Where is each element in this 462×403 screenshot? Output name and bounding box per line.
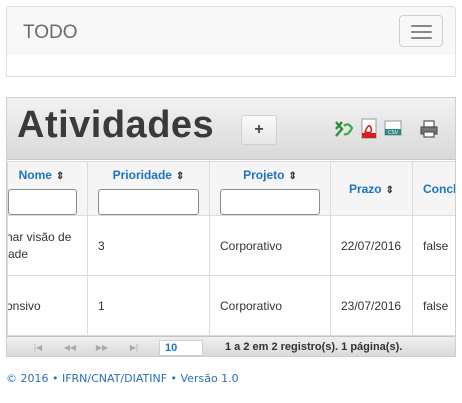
pagination-bar: |◀ ◀◀ ▶▶ ▶| 10 1 a 2 em 2 registro(s). 1… [7, 336, 455, 356]
filter-input-nome[interactable] [8, 189, 77, 215]
column-header-nome[interactable]: Nome ⇕ [7, 161, 88, 216]
cell-prioridade: 3 [87, 215, 210, 276]
cell-nome: onsivo [7, 275, 88, 336]
rows-per-page-select[interactable]: 10 [159, 340, 203, 356]
cell-prioridade: 1 [87, 275, 210, 336]
cell-projeto: Corporativo [209, 215, 331, 276]
navbar: TODO [6, 6, 456, 56]
brand-title[interactable]: TODO [23, 22, 78, 44]
cell-prazo: 22/07/2016 [330, 215, 413, 276]
table-row[interactable]: onsivo 1 Corporativo 23/07/2016 false [7, 275, 455, 336]
add-activity-button[interactable]: + [241, 115, 277, 145]
excel-icon[interactable] [334, 118, 354, 140]
first-page-icon[interactable]: |◀ [27, 341, 49, 355]
hamburger-line [411, 31, 432, 33]
table-row[interactable]: nar visão de ade 3 Corporativo 22/07/201… [7, 215, 455, 276]
sort-icon[interactable]: ⇕ [386, 185, 394, 196]
footer-text: © 2016 • IFRN/CNAT/DIATINF • Versão 1.0 [6, 372, 239, 385]
sort-icon[interactable]: ⇕ [288, 171, 296, 182]
last-page-icon[interactable]: ▶| [123, 341, 145, 355]
filter-input-prioridade[interactable] [98, 189, 199, 215]
printer-icon[interactable] [419, 118, 439, 140]
panel-header: Atividades + CSV [7, 98, 455, 160]
table-header-row: Nome⇕ Prioridade⇕ Projeto⇕ Prazo⇕ Conclu [7, 161, 455, 216]
hamburger-line [411, 37, 432, 39]
cell-projeto: Corporativo [209, 275, 331, 336]
cell-prazo: 23/07/2016 [330, 275, 413, 336]
cell-concluido: false [412, 215, 455, 276]
next-page-icon[interactable]: ▶▶ [91, 341, 113, 355]
svg-text:CSV: CSV [388, 130, 399, 136]
sort-icon[interactable]: ⇕ [176, 171, 184, 182]
sort-icon[interactable]: ⇕ [56, 171, 64, 182]
column-header-concluido[interactable]: Conclu [412, 161, 455, 216]
previous-page-icon[interactable]: ◀◀ [59, 341, 81, 355]
csv-icon[interactable]: CSV [383, 118, 403, 140]
menu-toggle-button[interactable] [399, 15, 443, 47]
filter-input-projeto[interactable] [220, 189, 320, 215]
column-header-projeto[interactable]: Projeto ⇕ [209, 161, 331, 216]
activities-panel: Atividades + CSV Nome ⇕ Prioridade ⇕ Pro… [6, 97, 456, 357]
page-title: Atividades [17, 104, 215, 146]
pagination-info: 1 a 2 em 2 registro(s). 1 página(s). [225, 341, 403, 353]
column-header-prioridade[interactable]: Prioridade ⇕ [87, 161, 210, 216]
pdf-icon[interactable] [359, 118, 379, 140]
navbar-subbar [6, 55, 456, 77]
activities-table: Nome⇕ Prioridade⇕ Projeto⇕ Prazo⇕ Conclu [7, 161, 455, 336]
cell-nome: nar visão de ade [7, 215, 88, 276]
hamburger-line [411, 25, 432, 27]
column-header-prazo[interactable]: Prazo ⇕ [330, 161, 413, 216]
cell-concluido: false [412, 275, 455, 336]
